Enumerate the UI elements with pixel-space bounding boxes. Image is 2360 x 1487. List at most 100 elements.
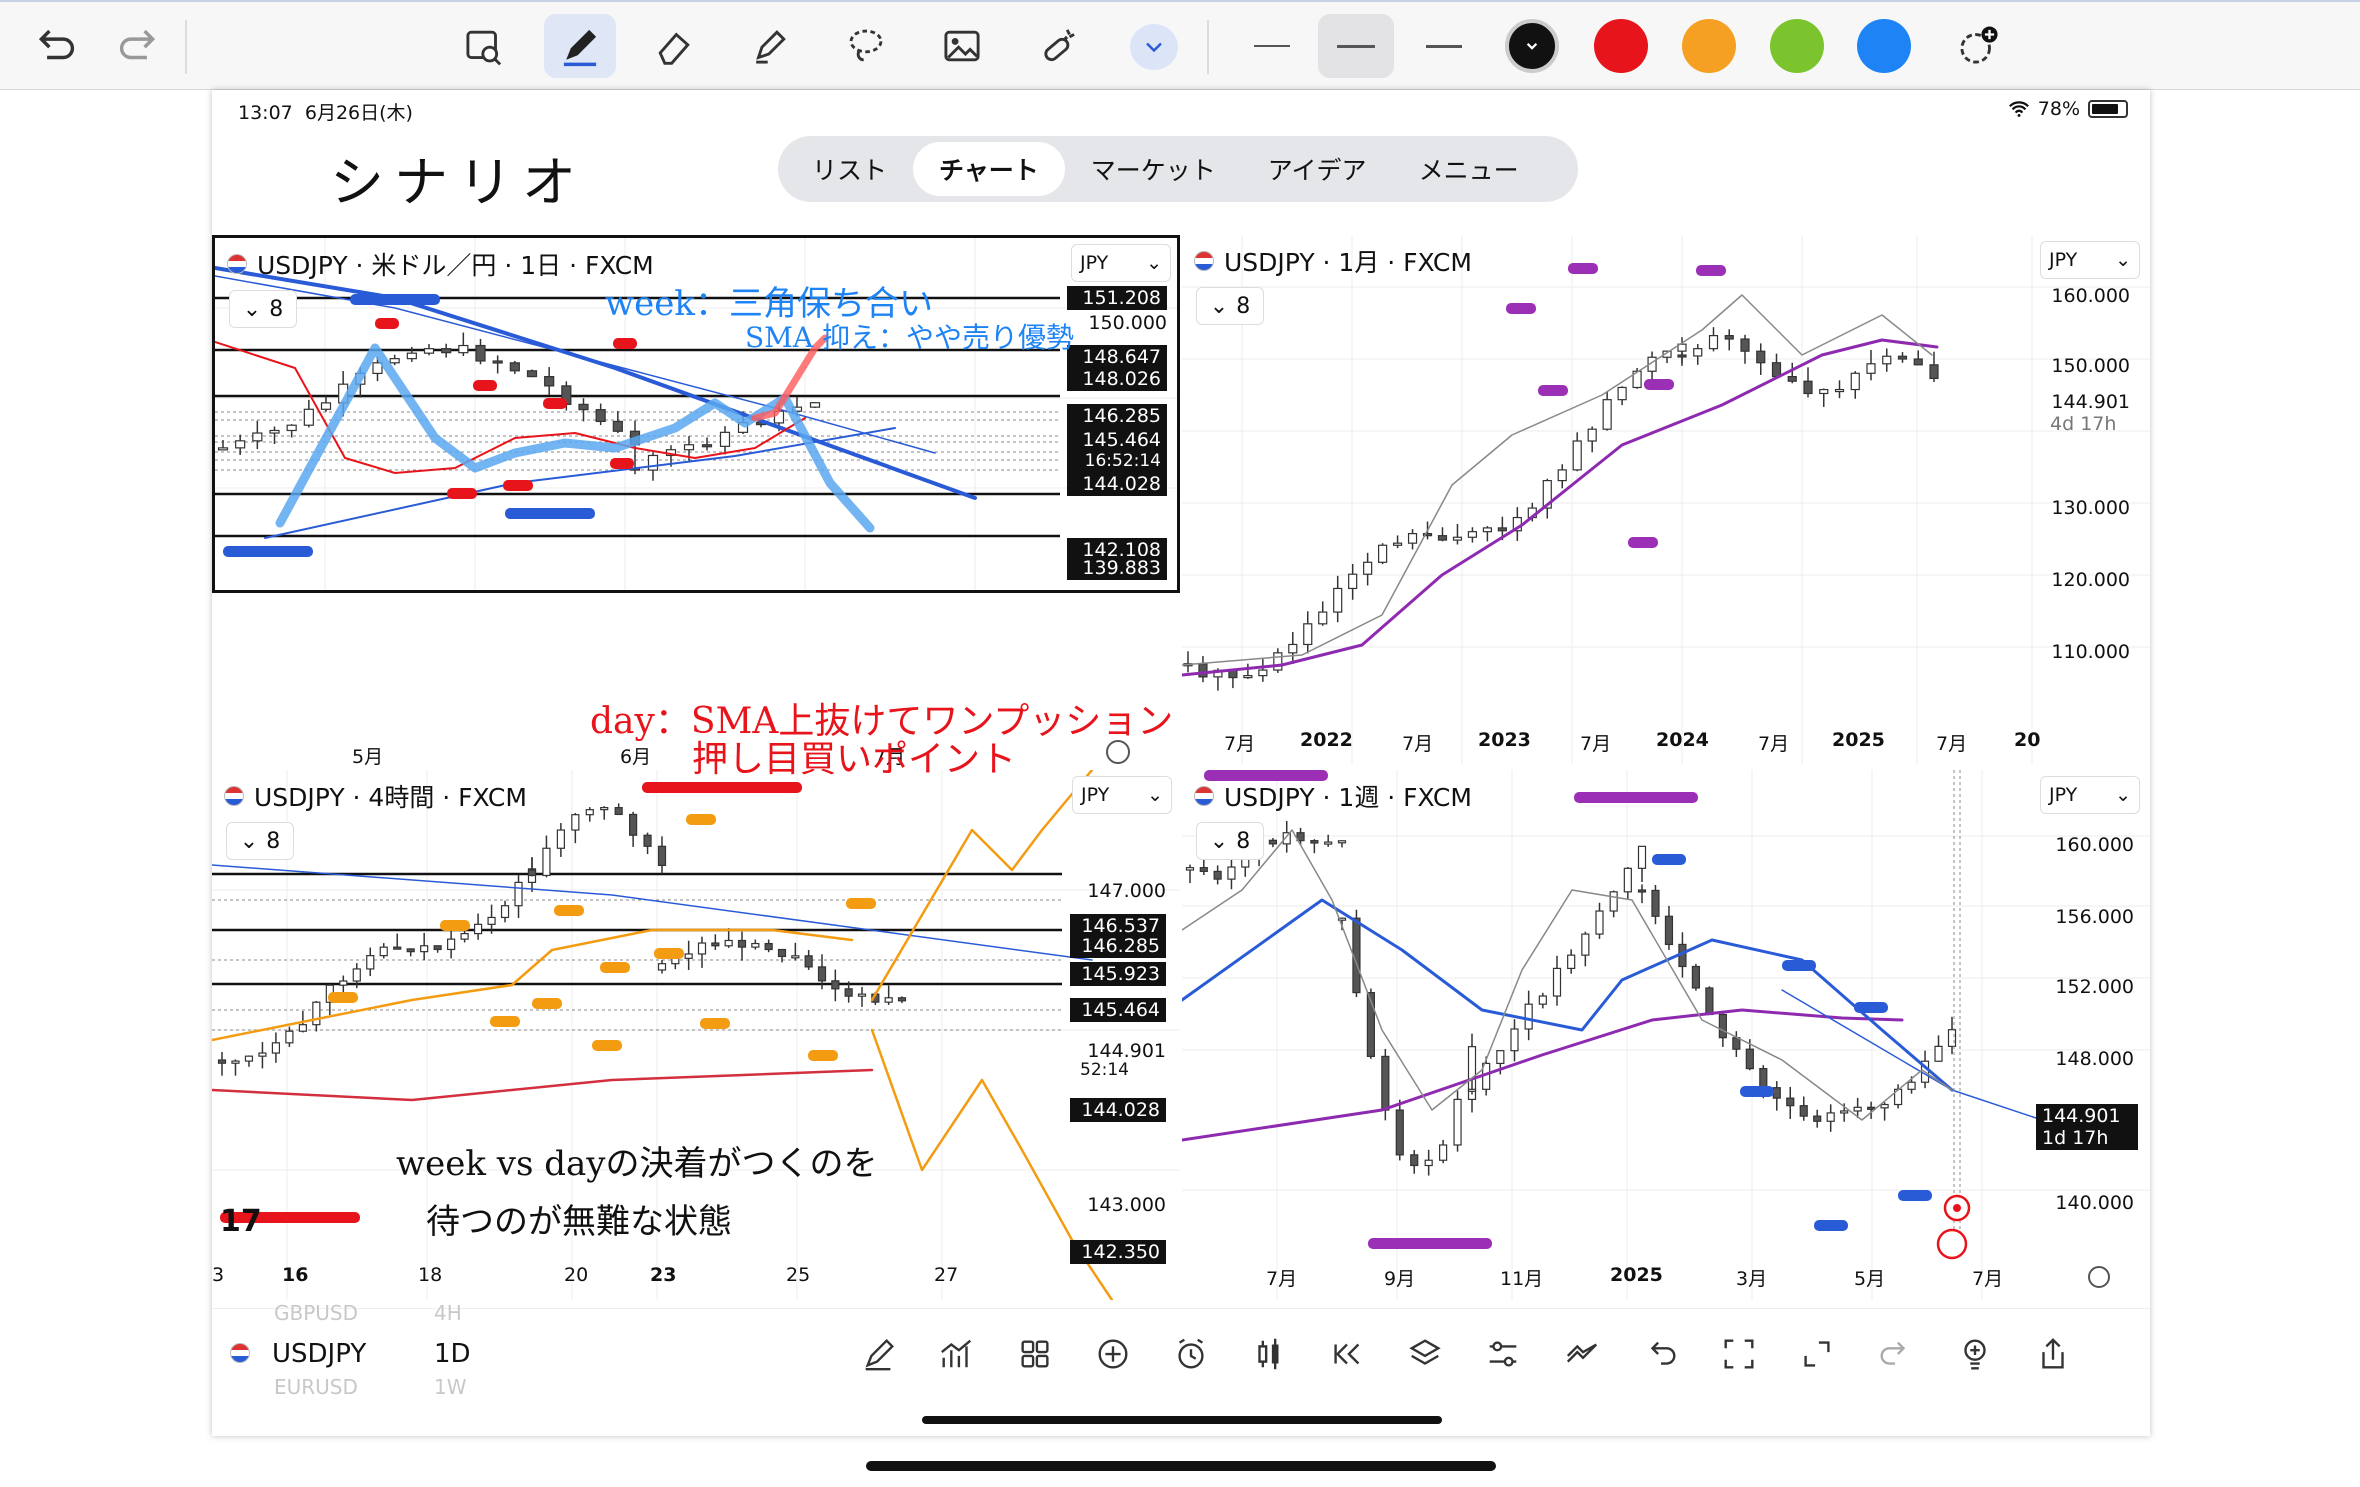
weekly-candle bbox=[1213, 870, 1222, 880]
chart-panel-weekly[interactable]: USDJPY · 1週 · FXCM ⌄ 8 JPY ⌄ 160.000 156.0… bbox=[1182, 770, 2150, 1300]
tab-market[interactable]: マーケット bbox=[1065, 142, 1242, 196]
lasso-icon[interactable] bbox=[834, 14, 898, 78]
monthly-candle bbox=[1803, 380, 1813, 395]
ghost-symbol: GBPUSD bbox=[274, 1301, 359, 1325]
chart-panel-monthly[interactable]: USDJPY · 1月 · FXCM ⌄ 8 JPY ⌄ 160.000 150.0… bbox=[1182, 235, 2150, 765]
tab-menu[interactable]: メニュー bbox=[1393, 142, 1545, 196]
sma-gray bbox=[1182, 829, 1953, 1121]
stroke-medium-option[interactable] bbox=[1318, 14, 1394, 78]
monthly-candle bbox=[1819, 388, 1829, 395]
color-black-swatch[interactable] bbox=[1505, 19, 1559, 73]
replay-icon[interactable] bbox=[1322, 1329, 1372, 1379]
idea-icon[interactable] bbox=[1950, 1329, 2000, 1379]
tab-list[interactable]: リスト bbox=[786, 142, 913, 196]
h4-candle bbox=[460, 933, 469, 940]
chevron-down-icon: ⌄ bbox=[242, 296, 262, 322]
weekly-candle bbox=[1410, 1154, 1419, 1167]
currency-select[interactable]: JPY ⌄ bbox=[1071, 244, 1171, 282]
magic-icon[interactable] bbox=[1026, 14, 1090, 78]
h4-candle bbox=[884, 997, 893, 1003]
annotation-mark bbox=[1538, 385, 1568, 396]
add-icon[interactable] bbox=[1088, 1329, 1138, 1379]
price-label: 150.000 bbox=[1088, 312, 1167, 334]
color-red-swatch[interactable] bbox=[1594, 19, 1648, 73]
chart-panel-daily[interactable]: USDJPY · 米ドル／円 · 1日 · FXCM ⌄ 8 JPY ⌄ 151.2… bbox=[212, 235, 1180, 593]
monthly-candle bbox=[1557, 469, 1567, 482]
eraser-icon[interactable] bbox=[642, 14, 706, 78]
weekly-candle bbox=[1395, 1109, 1404, 1156]
countdown-label: 1d 17h bbox=[2036, 1126, 2138, 1150]
weekly-candle bbox=[1623, 867, 1632, 893]
stroke-thick-option[interactable] bbox=[1412, 14, 1476, 78]
daily-candle bbox=[509, 362, 520, 372]
tab-ideas[interactable]: アイデア bbox=[1242, 142, 1393, 196]
stroke-thin-option[interactable] bbox=[1240, 14, 1304, 78]
image-icon[interactable] bbox=[930, 14, 994, 78]
annotation-mark bbox=[1628, 537, 1658, 548]
chevron-down-icon: ⌄ bbox=[239, 828, 259, 854]
sliders-icon[interactable] bbox=[1478, 1329, 1528, 1379]
interval-selector[interactable]: ⌄ 8 bbox=[1196, 287, 1264, 325]
wifi-icon bbox=[2008, 101, 2029, 117]
annotation-mark bbox=[808, 1050, 838, 1061]
undo-icon[interactable] bbox=[22, 14, 86, 78]
sma-blue bbox=[1182, 898, 1954, 1092]
annotation-mark bbox=[700, 1018, 730, 1029]
interval-selector[interactable]: ⌄ 8 bbox=[1196, 822, 1264, 860]
weekly-candle bbox=[1453, 1098, 1462, 1146]
fullscreen-icon[interactable] bbox=[1714, 1329, 1764, 1379]
redo-icon[interactable] bbox=[1870, 1329, 1920, 1379]
layers-icon[interactable] bbox=[1400, 1329, 1450, 1379]
drawing-pen-icon[interactable] bbox=[854, 1329, 904, 1379]
sma-red bbox=[212, 1068, 874, 1102]
home-indicator-outer bbox=[866, 1461, 1496, 1471]
chart-title: USDJPY · 1週 · FXCM bbox=[1194, 778, 1472, 814]
candles-icon[interactable] bbox=[1244, 1329, 1294, 1379]
color-orange-swatch[interactable] bbox=[1682, 19, 1736, 73]
weekly-candle bbox=[1637, 845, 1647, 869]
interval-selector[interactable]: ⌄ 8 bbox=[229, 290, 297, 328]
chevron-down-icon: ⌄ bbox=[2115, 784, 2131, 806]
highlighter-icon[interactable] bbox=[738, 14, 802, 78]
price-label: 140.000 bbox=[2055, 1192, 2134, 1214]
currency-select[interactable]: JPY ⌄ bbox=[2040, 776, 2140, 814]
weekly-candle bbox=[1567, 954, 1576, 970]
share-icon[interactable] bbox=[2028, 1329, 2078, 1379]
h4-candle bbox=[643, 834, 652, 847]
currency-select[interactable]: JPY ⌄ bbox=[2040, 241, 2140, 279]
h4-candle bbox=[697, 942, 707, 955]
layout-grid-icon[interactable] bbox=[1010, 1329, 1060, 1379]
ghost-symbol: EURUSD bbox=[274, 1375, 358, 1399]
annotation-mark bbox=[1898, 1190, 1932, 1201]
price-label: 152.000 bbox=[2055, 976, 2134, 998]
compare-icon[interactable] bbox=[1558, 1329, 1608, 1379]
weekly-candle bbox=[1496, 1050, 1505, 1065]
expand-icon[interactable] bbox=[1792, 1329, 1842, 1379]
annotation-mark bbox=[592, 1040, 622, 1051]
add-color-icon[interactable] bbox=[1946, 14, 2010, 78]
symbol-label[interactable]: USDJPY bbox=[272, 1339, 366, 1369]
interval-selector[interactable]: ⌄ 8 bbox=[226, 822, 294, 860]
image-search-icon[interactable] bbox=[452, 14, 516, 78]
alarm-icon[interactable] bbox=[1166, 1329, 1216, 1379]
timeframe-label[interactable]: 1D bbox=[434, 1339, 471, 1369]
chart-panel-4h[interactable]: USDJPY · 4時間 · FXCM ⌄ 8 JPY ⌄ 147.000 146.… bbox=[212, 770, 1180, 1300]
ghost-tf: 1W bbox=[434, 1375, 467, 1399]
x-tick: 2025 bbox=[1832, 729, 1885, 751]
h4-candle bbox=[244, 1055, 254, 1062]
undo-icon[interactable] bbox=[1636, 1329, 1686, 1379]
us-event-icon bbox=[1936, 1228, 1968, 1260]
chevron-down-icon[interactable] bbox=[1130, 24, 1178, 70]
settings-icon[interactable] bbox=[2088, 1266, 2110, 1288]
tab-chart[interactable]: チャート bbox=[913, 142, 1065, 196]
color-blue-swatch[interactable] bbox=[1857, 19, 1911, 73]
weekly-candle bbox=[1324, 841, 1333, 845]
annotation-mark bbox=[1506, 303, 1536, 314]
annotation-mark bbox=[375, 318, 399, 329]
redo-icon[interactable] bbox=[108, 14, 172, 78]
h4-candle bbox=[339, 980, 348, 986]
color-green-swatch[interactable] bbox=[1770, 19, 1824, 73]
pen-icon[interactable] bbox=[544, 14, 616, 78]
indicators-icon[interactable] bbox=[932, 1329, 982, 1379]
currency-select[interactable]: JPY ⌄ bbox=[1072, 776, 1172, 814]
